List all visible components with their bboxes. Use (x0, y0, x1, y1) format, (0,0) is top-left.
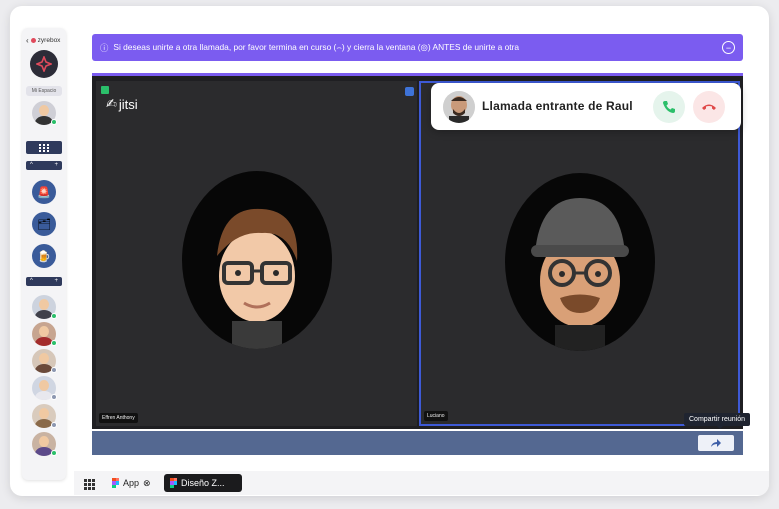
room-icon: 🍺 (37, 250, 51, 263)
hang-up-icon (702, 104, 716, 110)
add-contact-button[interactable]: + (54, 277, 58, 286)
room-icon: 🗂 (37, 218, 51, 231)
app-window: ‹ zyrebox Mi Espacio ^ + 🚨 🗂 🍺 ^ + ⓘ Si … (10, 6, 769, 496)
caller-photo (443, 91, 475, 123)
workspace-logo-icon (36, 56, 52, 72)
signal-icon (101, 86, 109, 94)
memoji-avatar (531, 198, 629, 351)
accept-call-button[interactable] (653, 91, 685, 123)
collapse-rooms-button[interactable]: ^ (30, 161, 33, 170)
rooms-toggle-bar: ^ + (26, 161, 62, 170)
brand[interactable]: ‹ zyrebox (26, 34, 66, 46)
participant-name: Luciano (424, 411, 448, 421)
room-2[interactable]: 🗂 (32, 212, 56, 236)
share-arrow-icon (711, 439, 721, 447)
tile-menu-button[interactable] (405, 87, 414, 96)
taskbar-tab-label: Diseño Z... (181, 478, 225, 488)
incoming-call-popup: Llamada entrante de Raul (431, 83, 741, 130)
share-meeting-tooltip: Compartir reunión (684, 413, 751, 429)
caller-avatar (443, 91, 475, 123)
sidebar: ‹ zyrebox Mi Espacio ^ + 🚨 🗂 🍺 ^ + (22, 28, 66, 480)
share-meeting-button[interactable] (698, 435, 734, 451)
memoji-avatar (217, 208, 298, 349)
online-status-dot (51, 313, 57, 319)
workspace-label: Mi Espacio (26, 86, 62, 96)
add-room-button[interactable]: + (54, 161, 58, 170)
close-banner-button[interactable]: − (722, 41, 735, 54)
participant-tile[interactable]: ✍ jitsi Effren Anthony (96, 81, 417, 426)
participant-tile-active[interactable]: Luciano (419, 81, 740, 426)
participant-avatar (182, 171, 332, 349)
online-status-dot (51, 450, 57, 456)
jitsi-logo: ✍ jitsi (106, 96, 138, 112)
grid-icon (39, 143, 49, 152)
participant-avatar (505, 173, 655, 351)
banner-text: Si deseas unirte a otra llamada, por fav… (113, 42, 520, 52)
info-banner: ⓘ Si deseas unirte a otra llamada, por f… (92, 34, 743, 61)
room-icon: 🚨 (37, 186, 51, 199)
contacts-toggle-bar: ^ + (26, 277, 62, 286)
participant-name: Effren Anthony (99, 413, 138, 423)
figma-icon (112, 478, 119, 488)
collapse-contacts-button[interactable]: ^ (30, 277, 33, 286)
online-status-dot (51, 119, 57, 125)
room-1[interactable]: 🚨 (32, 180, 56, 204)
close-tab-icon[interactable]: ⊗ (143, 478, 151, 489)
workspace-logo[interactable] (30, 50, 58, 78)
taskbar: App ⊗ Diseño Z... (74, 471, 769, 495)
jitsi-logo-icon: ✍ (106, 96, 117, 111)
call-controls-bar (92, 431, 743, 455)
brand-logo-icon (30, 37, 36, 43)
app-launcher-button[interactable] (84, 477, 95, 495)
taskbar-tab-label: App (123, 478, 140, 488)
info-icon: ⓘ (100, 42, 109, 53)
offline-status-dot (51, 422, 57, 428)
reject-call-button[interactable] (693, 91, 725, 123)
taskbar-tab-app[interactable]: App ⊗ (106, 474, 157, 492)
online-status-dot (51, 340, 57, 346)
offline-status-dot (51, 367, 57, 373)
incoming-call-title: Llamada entrante de Raul (482, 99, 633, 113)
taskbar-tab-diseno[interactable]: Diseño Z... (164, 474, 242, 492)
apps-grid-button[interactable] (26, 141, 62, 154)
phone-icon (663, 101, 675, 113)
room-3[interactable]: 🍺 (32, 244, 56, 268)
grid-icon (84, 479, 95, 490)
brand-name: zyrebox (37, 36, 61, 44)
figma-icon (170, 478, 177, 488)
offline-status-dot (51, 394, 57, 400)
chevron-left-icon[interactable]: ‹ (26, 36, 29, 45)
